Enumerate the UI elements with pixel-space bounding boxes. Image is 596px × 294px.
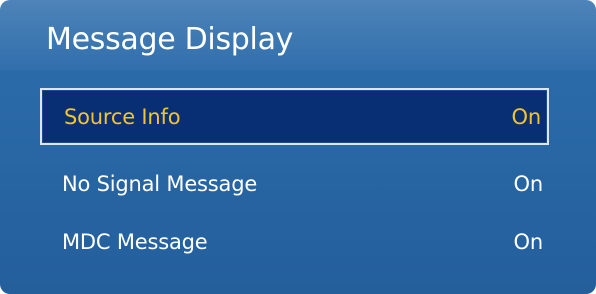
menu-item-label: No Signal Message [62,171,258,196]
menu-item-label: Source Info [64,104,181,129]
menu-item-mdc-message[interactable]: MDC Message On [40,213,549,270]
menu-title: Message Display [46,22,294,57]
menu-item-label: MDC Message [62,229,208,254]
menu-item-value: On [513,171,544,196]
menu-item-value: On [513,229,544,254]
message-display-panel: Message Display Source Info On No Signal… [0,0,596,294]
menu-item-source-info[interactable]: Source Info On [40,88,549,145]
menu-item-no-signal-message[interactable]: No Signal Message On [40,155,549,212]
menu-item-value: On [511,104,542,129]
